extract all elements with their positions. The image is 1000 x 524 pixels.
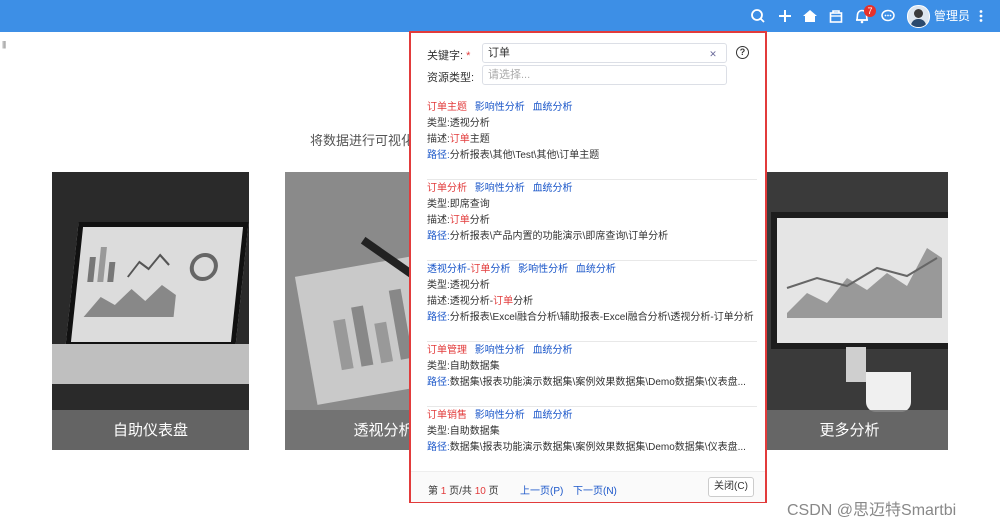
result-type: 类型:自助数据集	[427, 426, 500, 437]
watermark: CSDN @思迈特Smartbi	[787, 502, 957, 519]
result-description: 描述:订单分析	[427, 215, 490, 226]
keyword-input[interactable]: 订单	[482, 43, 727, 63]
keyword-label: 关键字: *	[427, 50, 471, 62]
lineage-analysis-link[interactable]: 血统分析	[576, 264, 616, 275]
result-item: 订单管理 影响性分析 血统分析 类型:自助数据集 路径:数据集\报表功能演示数据…	[427, 342, 757, 407]
drag-handle-icon[interactable]: |||	[2, 40, 6, 49]
card-dashboard[interactable]: 自助仪表盘	[52, 172, 249, 450]
impact-analysis-link[interactable]: 影响性分析	[475, 345, 525, 356]
result-title[interactable]: 订单	[470, 264, 490, 275]
home-icon[interactable]	[802, 8, 818, 24]
laptop-image	[65, 222, 249, 347]
resource-search-panel: 关键字: * 订单 ✕ ? 资源类型: 请选择... 订单主题 影响性分析 血统…	[409, 31, 767, 503]
result-item: 订单销售 影响性分析 血统分析 类型:自助数据集 路径:数据集\报表功能演示数据…	[427, 407, 757, 471]
help-icon[interactable]: ?	[736, 46, 749, 59]
page-indicator: 第 1 页/共 10 页	[428, 486, 499, 497]
result-title[interactable]: 订单主题	[427, 102, 467, 113]
result-description: 描述:透视分析-订单分析	[427, 296, 534, 307]
result-item: 订单主题 影响性分析 血统分析 类型:透视分析 描述:订单主题 路径:分析报表\…	[427, 99, 757, 180]
result-path: 路径:数据集\报表功能演示数据集\案例效果数据集\Demo数据集\仪表盘...	[427, 377, 746, 388]
plus-icon[interactable]	[777, 8, 793, 24]
bag-icon[interactable]	[828, 8, 844, 24]
prev-page-link[interactable]: 上一页(P)	[520, 482, 563, 497]
notification-badge: 7	[864, 5, 876, 17]
result-description: 描述:订单主题	[427, 134, 490, 145]
result-title[interactable]: 订单管理	[427, 345, 467, 356]
result-path: 路径:分析报表\Excel融合分析\辅助报表-Excel融合分析\透视分析-订单…	[427, 312, 754, 323]
more-icon[interactable]	[973, 8, 989, 24]
top-navbar: 7 管理员	[0, 0, 1000, 32]
lineage-analysis-link[interactable]: 血统分析	[533, 183, 573, 194]
result-path: 路径:分析报表\产品内置的功能演示\即席查询\订单分析	[427, 231, 669, 242]
result-item: 订单分析 影响性分析 血统分析 类型:即席查询 描述:订单分析 路径:分析报表\…	[427, 180, 757, 261]
lineage-analysis-link[interactable]: 血统分析	[533, 102, 573, 113]
result-path: 路径:分析报表\其他\Test\其他\订单主题	[427, 150, 600, 161]
result-type: 类型:透视分析	[427, 280, 490, 291]
clear-icon[interactable]: ✕	[708, 49, 718, 59]
next-page-link[interactable]: 下一页(N)	[573, 482, 617, 497]
search-results[interactable]: 订单主题 影响性分析 血统分析 类型:透视分析 描述:订单主题 路径:分析报表\…	[427, 99, 757, 471]
mug-image	[866, 372, 911, 412]
result-title[interactable]: 订单分析	[427, 183, 467, 194]
laptop-keyboard	[52, 344, 249, 384]
monitor-image	[771, 212, 948, 349]
result-item: 透视分析-订单分析 影响性分析 血统分析 类型:透视分析 描述:透视分析-订单分…	[427, 261, 757, 342]
avatar[interactable]	[907, 5, 930, 28]
impact-analysis-link[interactable]: 影响性分析	[475, 183, 525, 194]
close-button[interactable]: 关闭(C)	[708, 477, 754, 497]
search-icon[interactable]	[750, 8, 766, 24]
impact-analysis-link[interactable]: 影响性分析	[518, 264, 568, 275]
username-label[interactable]: 管理员	[934, 9, 970, 23]
chat-icon[interactable]	[880, 8, 896, 24]
impact-analysis-link[interactable]: 影响性分析	[475, 102, 525, 113]
lineage-analysis-link[interactable]: 血统分析	[533, 345, 573, 356]
card-label: 更多分析	[819, 422, 880, 439]
result-title[interactable]: 订单销售	[427, 410, 467, 421]
result-type: 类型:即席查询	[427, 199, 490, 210]
resource-type-label: 资源类型:	[427, 72, 475, 84]
impact-analysis-link[interactable]: 影响性分析	[475, 410, 525, 421]
result-type: 类型:自助数据集	[427, 361, 500, 372]
resource-type-select[interactable]: 请选择...	[482, 65, 727, 85]
pagination-bar: 第 1 页/共 10 页 上一页(P) 下一页(N) 关闭(C)	[411, 471, 765, 502]
card-more[interactable]: 更多分析	[751, 172, 948, 450]
lineage-analysis-link[interactable]: 血统分析	[533, 410, 573, 421]
result-path: 路径:数据集\报表功能演示数据集\案例效果数据集\Demo数据集\仪表盘...	[427, 442, 746, 453]
result-type: 类型:透视分析	[427, 118, 490, 129]
card-label: 自助仪表盘	[112, 422, 188, 439]
